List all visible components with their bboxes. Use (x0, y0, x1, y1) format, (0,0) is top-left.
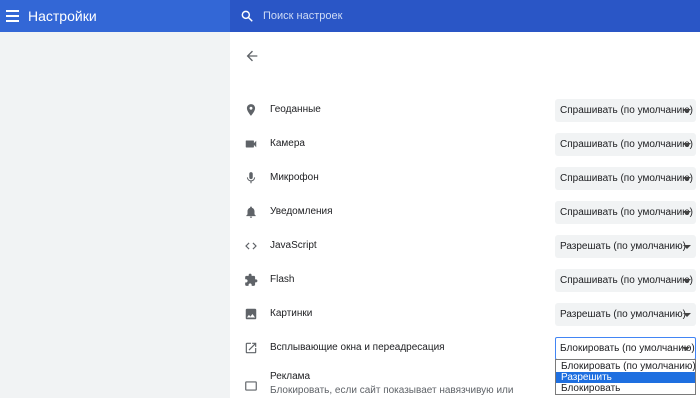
hamburger-menu-icon[interactable] (6, 8, 20, 24)
setting-row-notifications: Уведомления Спрашивать (по умолчанию) (230, 195, 700, 229)
camera-icon (245, 140, 257, 148)
setting-row-javascript: JavaScript Разрешать (по умолчанию) (230, 229, 700, 263)
select-value: Спрашивать (по умолчанию) (560, 275, 693, 286)
chevron-down-icon (683, 245, 691, 249)
search-icon (241, 10, 253, 22)
select-value: Спрашивать (по умолчанию) (560, 207, 693, 218)
setting-label: Flash (270, 274, 295, 285)
select-value: Блокировать (по умолчанию) (560, 343, 695, 354)
app-title: Настройки (28, 8, 97, 24)
search-placeholder: Поиск настроек (263, 10, 343, 22)
sidebar (0, 32, 230, 398)
setting-row-camera: Камера Спрашивать (по умолчанию) (230, 127, 700, 161)
setting-label: Картинки (270, 308, 313, 319)
select-value: Разрешать (по умолчанию) (560, 309, 686, 320)
chevron-down-icon (683, 279, 691, 283)
microphone-select[interactable]: Спрашивать (по умолчанию) (555, 167, 696, 190)
select-value: Спрашивать (по умолчанию) (560, 139, 693, 150)
images-select[interactable]: Разрешать (по умолчанию) (555, 303, 696, 326)
microphone-icon (246, 172, 256, 184)
javascript-select[interactable]: Разрешать (по умолчанию) (555, 235, 696, 258)
setting-row-images: Картинки Разрешать (по умолчанию) (230, 297, 700, 331)
setting-label: Микрофон (270, 172, 319, 183)
dropdown-option-block-default[interactable]: Блокировать (по умолчанию) (556, 361, 696, 372)
ads-icon (245, 381, 257, 391)
select-value: Спрашивать (по умолчанию) (560, 173, 693, 184)
select-value: Разрешать (по умолчанию) (560, 241, 686, 252)
notifications-select[interactable]: Спрашивать (по умолчанию) (555, 201, 696, 224)
popups-select[interactable]: Блокировать (по умолчанию) (555, 337, 696, 360)
location-pin-icon (246, 104, 256, 116)
setting-row-location: Геоданные Спрашивать (по умолчанию) (230, 93, 700, 127)
search-input[interactable]: Поиск настроек (230, 0, 700, 32)
ads-title: Реклама (270, 371, 311, 382)
top-bar: Настройки Поиск настроек (0, 0, 700, 32)
settings-content: Геоданные Спрашивать (по умолчанию) Каме… (230, 32, 700, 398)
chevron-down-icon (682, 347, 690, 351)
setting-label: JavaScript (270, 240, 317, 251)
popups-dropdown-list: Блокировать (по умолчанию) Разрешить Бло… (555, 359, 696, 395)
ads-subtitle: Блокировать, если сайт показывает навязч… (270, 385, 514, 396)
bell-icon (246, 206, 256, 218)
dropdown-option-allow[interactable]: Разрешить (556, 372, 695, 383)
select-value: Спрашивать (по умолчанию) (560, 105, 693, 116)
image-icon (245, 308, 257, 320)
setting-label: Всплывающие окна и переадресация (270, 342, 445, 353)
chevron-down-icon (683, 109, 691, 113)
flash-select[interactable]: Спрашивать (по умолчанию) (555, 269, 696, 292)
back-arrow-icon[interactable] (244, 48, 260, 64)
chevron-down-icon (683, 313, 691, 317)
chevron-down-icon (683, 211, 691, 215)
dropdown-option-block[interactable]: Блокировать (556, 383, 695, 394)
chevron-down-icon (683, 177, 691, 181)
setting-label: Уведомления (270, 206, 333, 217)
puzzle-icon (245, 273, 258, 286)
location-select[interactable]: Спрашивать (по умолчанию) (555, 99, 696, 122)
setting-row-flash: Flash Спрашивать (по умолчанию) (230, 263, 700, 297)
chevron-down-icon (683, 143, 691, 147)
setting-label: Геоданные (270, 104, 321, 115)
camera-select[interactable]: Спрашивать (по умолчанию) (555, 133, 696, 156)
setting-label: Камера (270, 138, 305, 149)
code-icon (245, 242, 257, 250)
setting-row-microphone: Микрофон Спрашивать (по умолчанию) (230, 161, 700, 195)
open-in-new-icon (245, 342, 257, 354)
